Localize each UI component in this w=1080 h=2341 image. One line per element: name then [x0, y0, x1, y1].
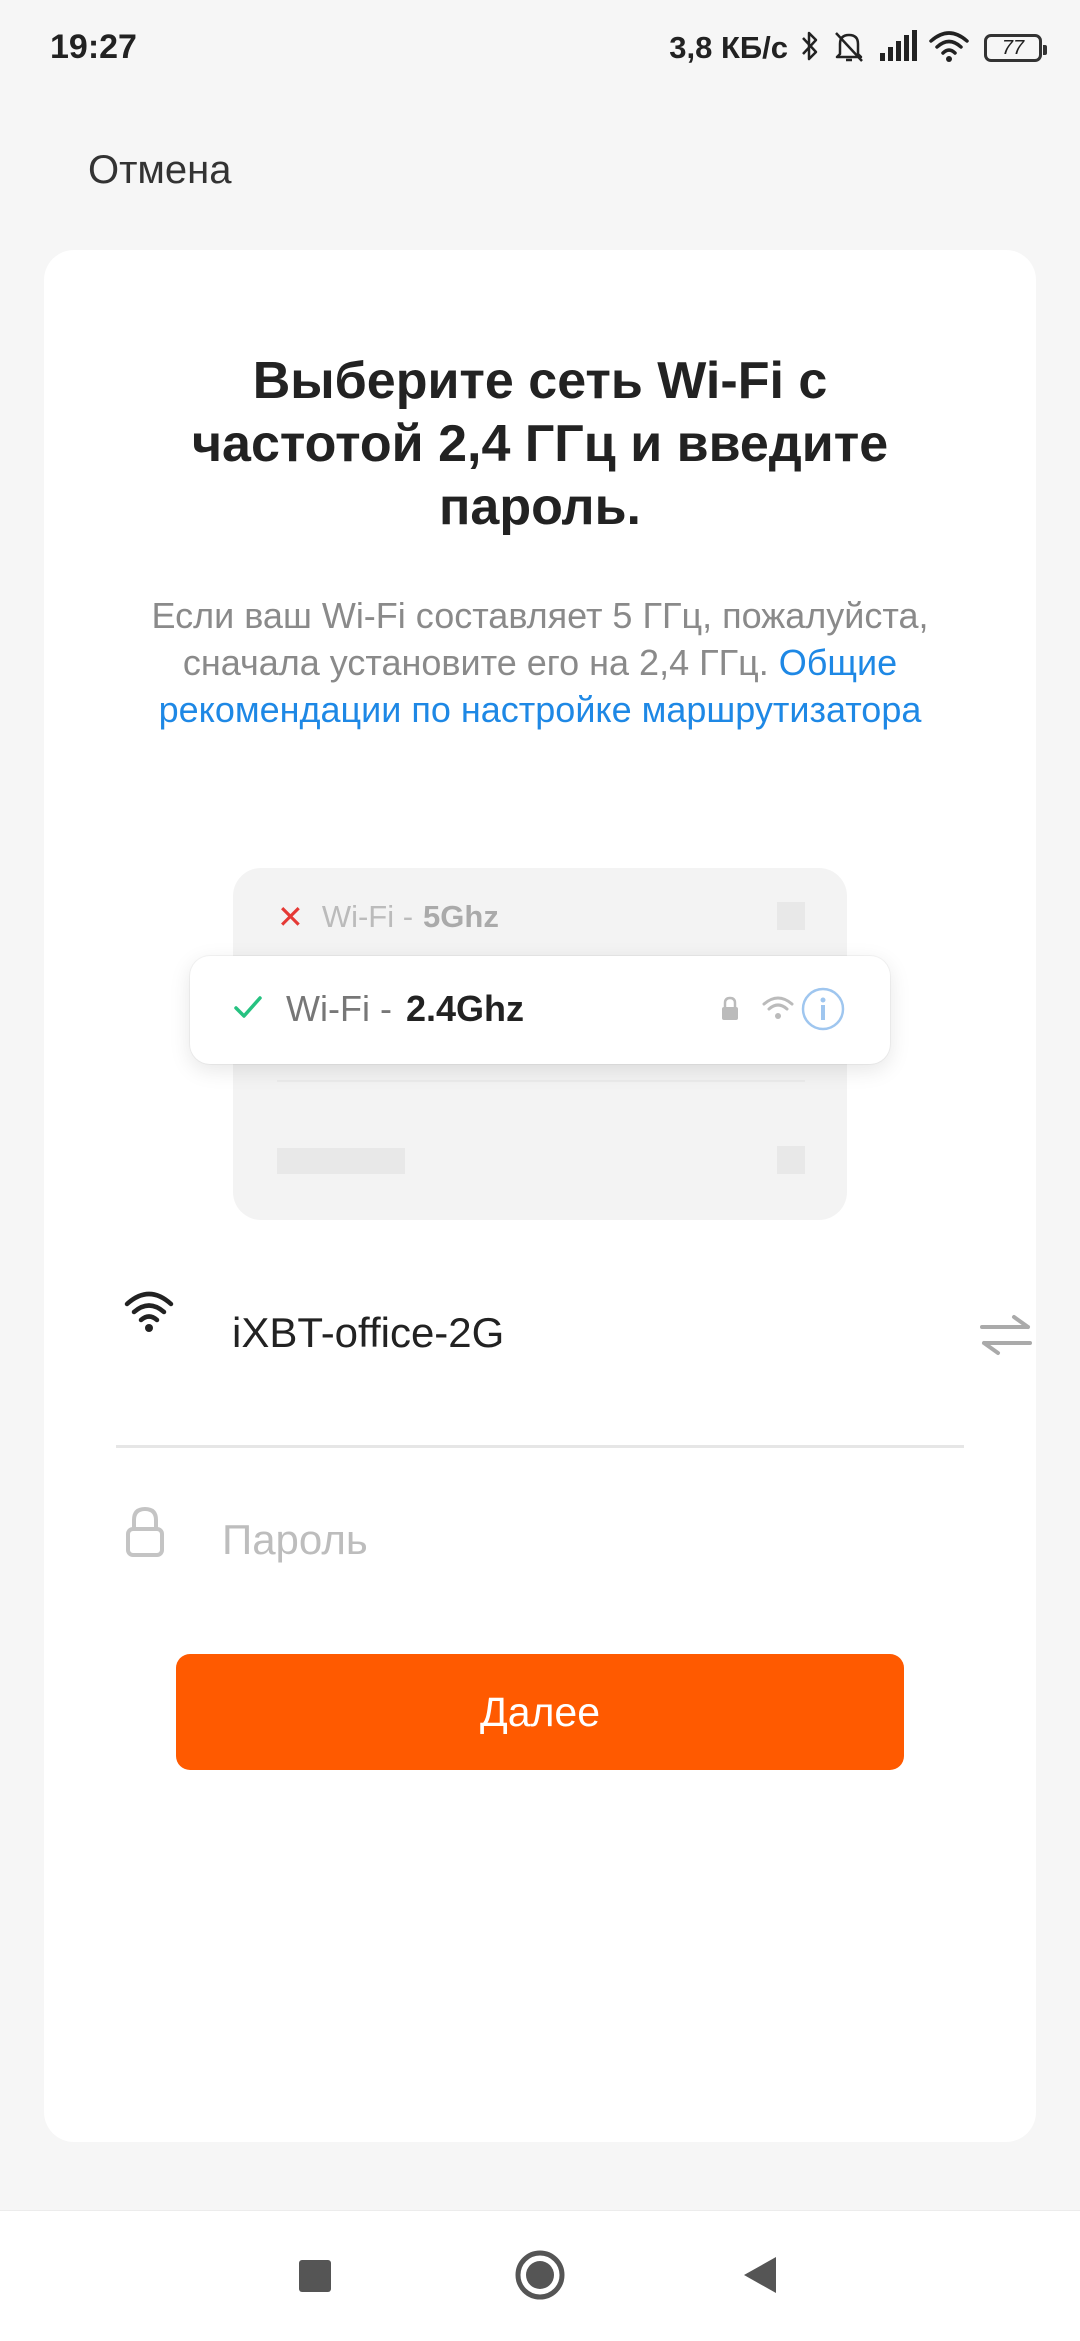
illus-24ghz-row: Wi-Fi - 2.4Ghz [190, 956, 890, 1064]
wifi-small-icon [762, 994, 794, 1027]
lock-icon [124, 1505, 166, 1564]
signal-icon [878, 29, 918, 68]
next-button[interactable]: Далее [176, 1654, 904, 1770]
recents-icon[interactable] [298, 2259, 332, 2298]
network-selector[interactable]: iXBT-office-2G [124, 1285, 1032, 1375]
check-icon [232, 992, 264, 1027]
illus-5ghz-band: 5Ghz [423, 899, 499, 934]
illus-24ghz-label: Wi-Fi - 2.4Ghz [286, 988, 524, 1030]
bluetooth-icon [800, 28, 820, 69]
illus-placeholder-square [777, 902, 805, 930]
cancel-button[interactable]: Отмена [88, 148, 232, 193]
divider [116, 1445, 964, 1448]
illus-placeholder-bar [277, 1148, 405, 1174]
password-row [124, 1495, 1024, 1585]
illus-5ghz-prefix: Wi-Fi - [321, 899, 414, 934]
battery-icon: 77 [984, 34, 1047, 62]
illus-5ghz-row: ✕ Wi-Fi - 5Ghz [277, 898, 499, 936]
description: Если ваш Wi-Fi составляет 5 ГГц, пожалуй… [130, 592, 950, 733]
network-speed: 3,8 КБ/с [669, 30, 788, 65]
illus-divider [277, 1080, 805, 1082]
lock-small-icon [720, 996, 740, 1027]
illus-24ghz-band: 2.4Ghz [405, 988, 524, 1029]
illus-24ghz-prefix: Wi-Fi - [286, 988, 392, 1029]
battery-level: 77 [1001, 36, 1025, 59]
back-icon[interactable] [740, 2255, 780, 2300]
status-time: 19:27 [50, 28, 137, 66]
illus-placeholder-square [777, 1146, 805, 1174]
cross-icon: ✕ [277, 899, 304, 935]
info-icon [800, 986, 846, 1037]
system-nav-bar [0, 2210, 1080, 2341]
wifi-icon [124, 1289, 174, 1340]
mute-bell-icon [830, 27, 868, 70]
status-icons: 3,8 КБ/с 77 [669, 26, 1047, 70]
ssid-value: iXBT-office-2G [232, 1309, 505, 1356]
wifi-setup-card: Выберите сеть Wi-Fi с частотой 2,4 ГГц и… [44, 250, 1036, 2142]
page-title: Выберите сеть Wi-Fi с частотой 2,4 ГГц и… [191, 352, 889, 536]
switch-network-icon[interactable] [978, 1313, 1034, 1362]
status-bar: 19:27 3,8 КБ/с 77 [0, 0, 1080, 100]
password-input[interactable] [220, 1509, 924, 1571]
home-icon[interactable] [514, 2249, 566, 2306]
wifi-icon [928, 29, 970, 68]
